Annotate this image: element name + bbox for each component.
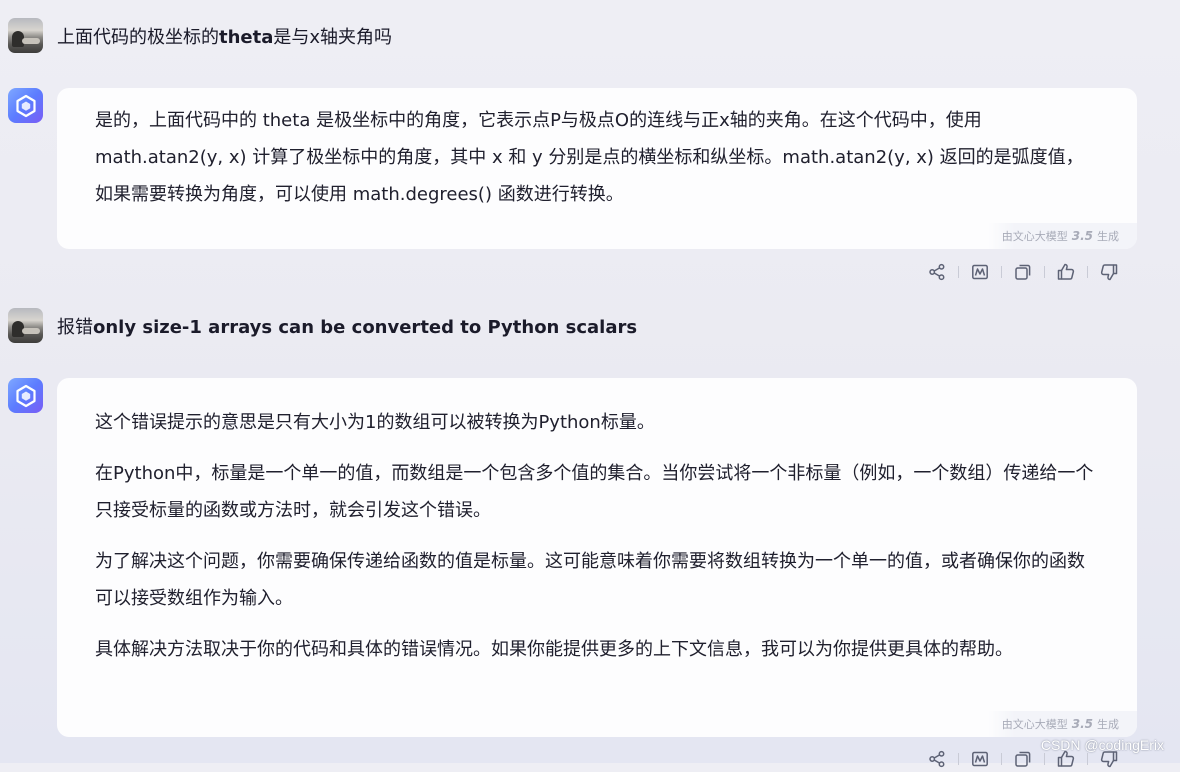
divider — [958, 753, 959, 765]
chart-icon[interactable] — [967, 259, 993, 285]
user-message-text: 报错only size-1 arrays can be converted to… — [57, 316, 638, 338]
message-actions — [924, 259, 1122, 285]
generated-by-tag: 由文心大模型 3.5 生成 — [987, 223, 1137, 249]
divider — [1044, 753, 1045, 765]
bot-logo-icon — [15, 94, 36, 117]
bot-logo-icon — [15, 384, 36, 407]
bot-avatar — [8, 378, 43, 413]
bot-message-1: 是的，上面代码中的 theta 是极坐标中的角度，它表示点P与极点O的连线与正x… — [57, 88, 1137, 249]
divider — [1087, 266, 1088, 278]
divider — [1087, 753, 1088, 765]
user-message-text: 上面代码的极坐标的theta是与x轴夹角吗 — [57, 26, 393, 48]
user-message-1: 上面代码的极坐标的theta是与x轴夹角吗 — [8, 18, 392, 53]
divider — [958, 266, 959, 278]
share-icon[interactable] — [924, 259, 950, 285]
user-message-2: 报错only size-1 arrays can be converted to… — [8, 308, 637, 343]
generated-by-tag: 由文心大模型 3.5 生成 — [987, 711, 1137, 737]
divider — [1044, 266, 1045, 278]
bot-avatar — [8, 88, 43, 123]
divider — [1001, 753, 1002, 765]
divider — [1001, 266, 1002, 278]
user-avatar — [8, 18, 43, 53]
thumbs-up-icon[interactable] — [1053, 259, 1079, 285]
bot-paragraph: 在Python中，标量是一个单一的值，而数组是一个包含多个值的集合。当你尝试将一… — [95, 463, 1094, 521]
bot-paragraph: 为了解决这个问题，你需要确保传递给函数的值是标量。这可能意味着你需要将数组转换为… — [95, 551, 1085, 609]
bot-paragraph: 这个错误提示的意思是只有大小为1的数组可以被转换为Python标量。 — [95, 412, 655, 433]
watermark: CSDN @codingErix — [1040, 737, 1164, 753]
user-avatar — [8, 308, 43, 343]
copy-icon[interactable] — [1010, 259, 1036, 285]
thumbs-down-icon[interactable] — [1096, 259, 1122, 285]
copy-icon[interactable] — [1010, 746, 1036, 772]
share-icon[interactable] — [924, 746, 950, 772]
bot-paragraph: 是的，上面代码中的 theta 是极坐标中的角度，它表示点P与极点O的连线与正x… — [95, 110, 1084, 205]
bot-paragraph: 具体解决方法取决于你的代码和具体的错误情况。如果你能提供更多的上下文信息，我可以… — [95, 639, 1013, 660]
chart-icon[interactable] — [967, 746, 993, 772]
bot-message-2: 这个错误提示的意思是只有大小为1的数组可以被转换为Python标量。 在Pyth… — [57, 378, 1137, 737]
